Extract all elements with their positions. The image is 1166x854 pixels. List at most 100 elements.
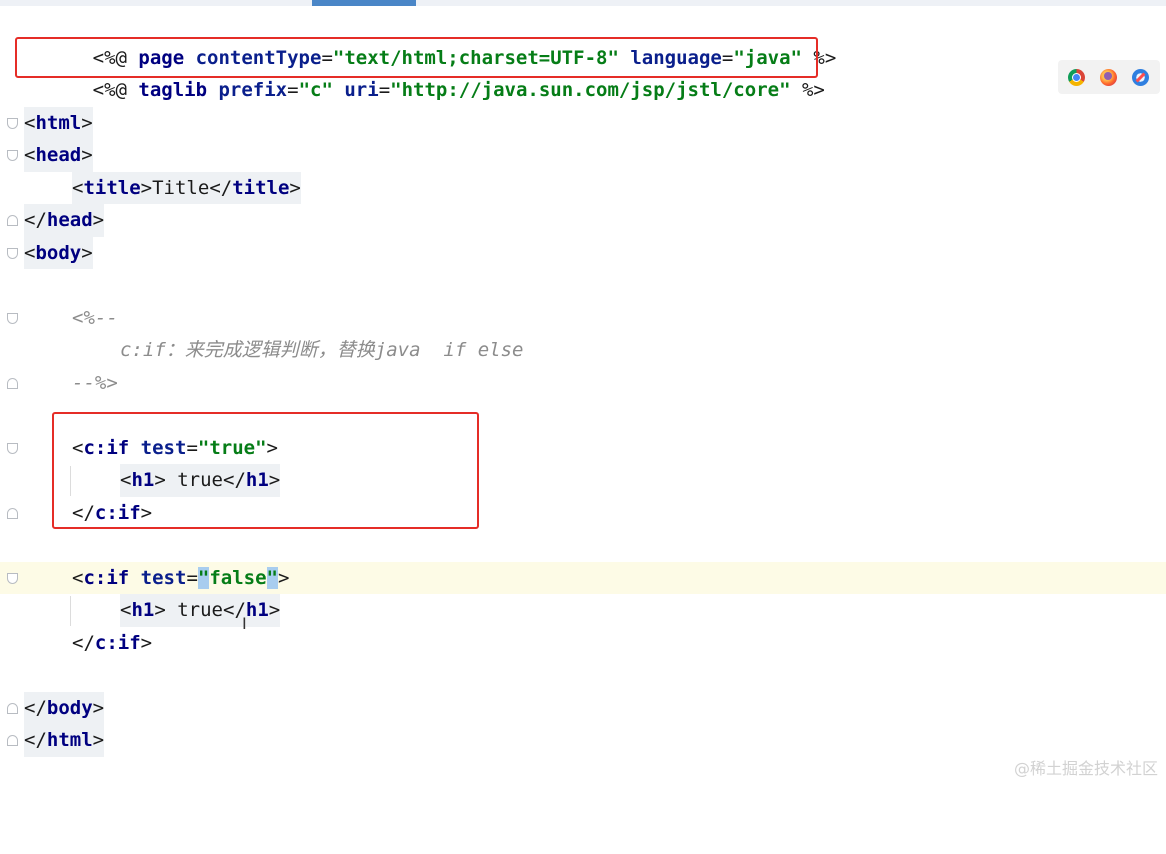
active-tab-indicator[interactable]	[312, 0, 416, 6]
text-cursor-icon: I	[242, 614, 247, 633]
firefox-icon[interactable]	[1100, 69, 1117, 86]
tag-html-close: </html>	[24, 724, 105, 757]
tag-bracket: </	[24, 729, 47, 751]
tag-bracket: >	[278, 566, 290, 589]
value-uri: "http://java.sun.com/jsp/jstl/core"	[390, 79, 791, 101]
h1-text: true	[165, 599, 223, 621]
code-line-comment-text[interactable]: c:if：来完成逻辑判断，替换java if else	[0, 334, 1166, 367]
code-line-head-close[interactable]: </head>	[0, 204, 1166, 237]
browser-preview-bar	[1058, 60, 1160, 94]
tag-bracket: >	[81, 241, 93, 264]
code-line-comment-open[interactable]: <%--	[0, 302, 1166, 335]
tag-bracket: <	[72, 566, 84, 589]
tag-bracket: </	[72, 631, 95, 654]
fold-toggle-icon[interactable]	[7, 312, 18, 324]
fold-end-icon[interactable]	[7, 735, 18, 746]
equals: =	[287, 79, 299, 101]
tag-bracket: >	[92, 209, 105, 231]
tag-name: title	[83, 176, 141, 199]
tag-bracket: <	[24, 111, 36, 134]
value-prefix: "c"	[298, 79, 333, 101]
code-line-if-false-open[interactable]: <c:if test="false">	[0, 561, 1166, 595]
tag-bracket: >	[268, 599, 281, 621]
tag-bracket: <	[24, 241, 36, 264]
tag-body-open: <body>	[24, 236, 93, 269]
tag-bracket: <	[24, 144, 36, 166]
fold-toggle-icon[interactable]	[7, 442, 18, 454]
code-editor[interactable]: <%@ page contentType="text/html;charset=…	[0, 9, 1166, 769]
tag-name: h1	[131, 599, 155, 621]
fold-toggle-icon[interactable]	[7, 247, 18, 259]
equals: =	[378, 79, 391, 101]
fold-end-icon[interactable]	[7, 215, 18, 226]
tag-bracket: </	[24, 696, 47, 719]
matched-quote: "	[197, 566, 210, 589]
tag-name: title	[232, 176, 290, 199]
tag-name: html	[46, 729, 93, 751]
tag-bracket: >	[81, 144, 93, 166]
tag-bracket: <	[120, 599, 132, 621]
tag-bracket: </	[209, 176, 233, 199]
attr-prefix: prefix	[218, 79, 288, 101]
tag-name: c:if	[94, 631, 141, 654]
tag-h1: <h1> true</h1>	[120, 594, 281, 627]
code-line-body-open[interactable]: <body>	[0, 236, 1166, 269]
safari-icon[interactable]	[1132, 69, 1149, 86]
tag-bracket: >	[92, 729, 105, 751]
tag-name: body	[46, 696, 93, 719]
comment-open: <%--	[72, 306, 118, 329]
directive-close: %>	[790, 79, 825, 101]
code-line-h1-false[interactable]: <h1> true</h1>	[0, 594, 1166, 627]
tag-name: html	[35, 111, 82, 134]
fold-end-icon[interactable]	[7, 702, 18, 714]
code-line-comment-close[interactable]: --%>	[0, 367, 1166, 400]
title-text: Title	[152, 176, 210, 199]
tag-bracket: >	[289, 176, 301, 199]
fold-toggle-icon[interactable]	[7, 117, 18, 129]
directive-name: taglib	[138, 79, 219, 101]
tag-cif-false-close: </c:if>	[72, 627, 152, 660]
tag-bracket: >	[140, 176, 153, 199]
equals: =	[186, 566, 198, 589]
tag-name: head	[46, 209, 93, 231]
watermark: @稀土掘金技术社区	[1013, 759, 1158, 778]
code-line-title[interactable]: <title>Title</title>	[0, 171, 1166, 204]
comment-close: --%>	[72, 371, 118, 394]
tag-bracket: >	[140, 631, 153, 654]
attr-uri: uri	[344, 79, 379, 101]
code-line-body-close[interactable]: </body>	[0, 691, 1166, 724]
code-line-if-false-close[interactable]: </c:if>	[0, 627, 1166, 660]
fold-end-icon[interactable]	[7, 507, 18, 519]
tag-head-open: <head>	[24, 139, 93, 172]
value-test: false	[209, 566, 267, 589]
directive-open: <%@	[92, 79, 139, 101]
matched-quote: "	[266, 566, 278, 589]
tag-name: c:if	[83, 566, 130, 589]
tag-bracket: >	[81, 111, 93, 134]
fold-end-icon[interactable]	[7, 377, 18, 389]
code-line-html-open[interactable]: <html>	[0, 106, 1166, 139]
highlight-box-cif-true	[52, 412, 479, 529]
indent-guide	[70, 596, 71, 626]
comment-text: c:if：来完成逻辑判断，替换java if else	[120, 339, 524, 361]
tag-bracket: >	[92, 696, 105, 719]
tag-name: head	[35, 144, 82, 166]
highlight-box-taglib	[15, 37, 818, 78]
tag-title: <title>Title</title>	[72, 171, 301, 204]
chrome-icon[interactable]	[1068, 69, 1085, 86]
tag-cif-false-open: <c:if test="false">	[72, 562, 289, 595]
fold-toggle-icon[interactable]	[7, 572, 18, 584]
code-line-html-close[interactable]: </html>	[0, 724, 1166, 757]
tag-bracket: >	[154, 599, 166, 621]
code-line-head-open[interactable]: <head>	[0, 139, 1166, 172]
tag-bracket: <	[72, 176, 84, 199]
tag-bracket: </	[24, 209, 47, 231]
tag-name: body	[35, 241, 82, 264]
editor-tab-strip	[0, 0, 1166, 6]
tag-name: h1	[245, 599, 269, 621]
tag-body-close: </body>	[24, 691, 105, 724]
tag-head-close: </head>	[24, 204, 105, 237]
fold-toggle-icon[interactable]	[7, 150, 18, 161]
